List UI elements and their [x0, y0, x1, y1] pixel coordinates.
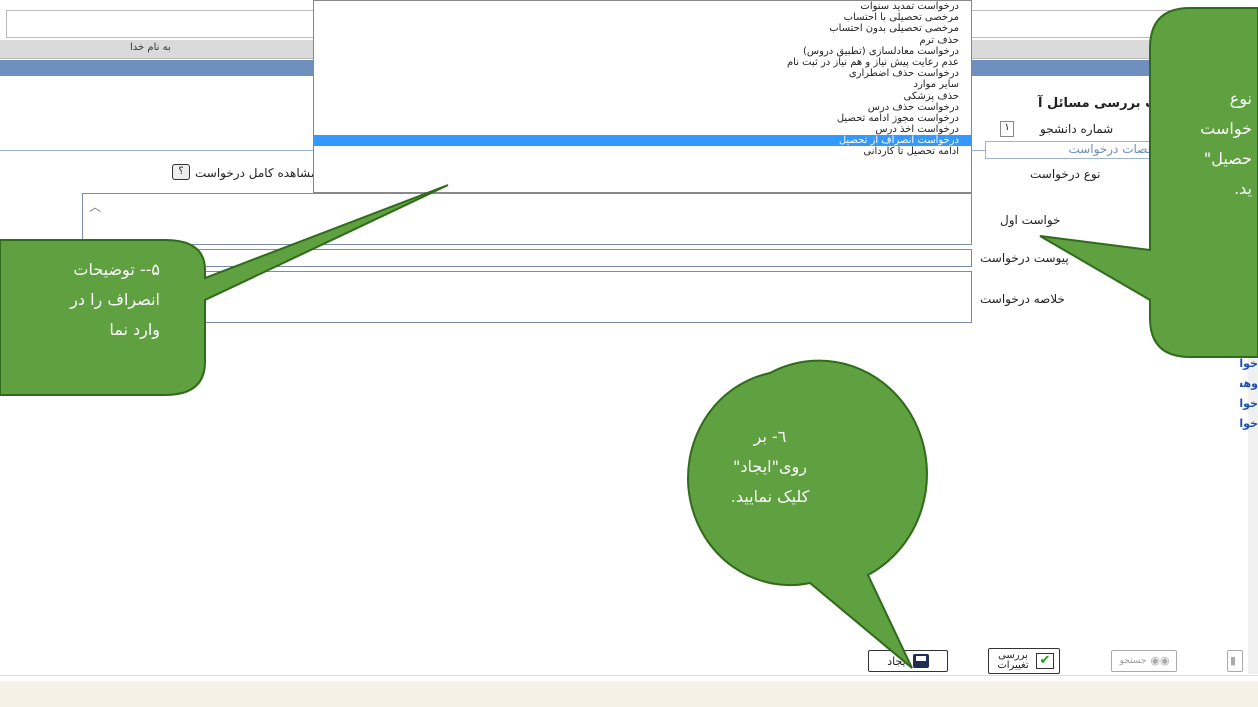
callout-left-text: ۵-- توضیحات انصراف را در وارد نما	[0, 255, 160, 345]
callout-layer	[0, 7, 1258, 669]
callout-top-right-text: نوع خواست حصیل" ید.	[1152, 84, 1252, 204]
callout-line: ٦- بر	[753, 427, 787, 446]
callout-line: وارد نما	[109, 320, 160, 339]
callout-line: ۵-- توضیحات	[73, 260, 160, 279]
callout-line: روی"ایجاد"	[733, 457, 807, 476]
callout-line: خواست	[1200, 119, 1252, 138]
callout-line: ید.	[1234, 179, 1252, 198]
callout-line: انصراف را در	[70, 290, 160, 309]
callout-line: حصیل"	[1203, 149, 1252, 168]
callout-line: کلیک نمایید.	[730, 487, 810, 506]
callout-line: نوع	[1229, 89, 1252, 108]
callout-bottom-text: ٦- بر روی"ایجاد" کلیک نمایید.	[700, 422, 840, 512]
callout-bottom	[687, 359, 928, 669]
